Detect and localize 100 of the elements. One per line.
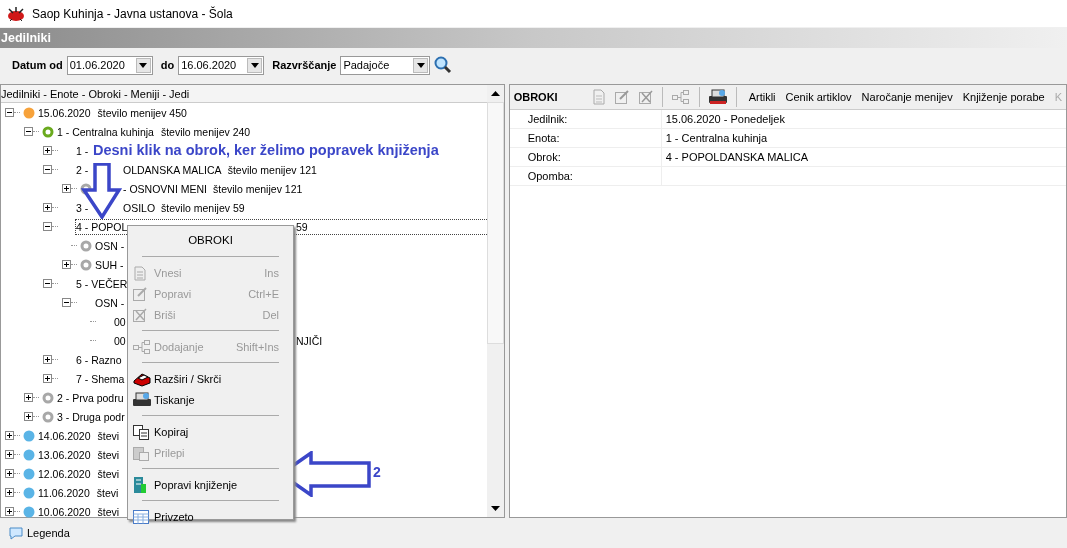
tree-item[interactable]: 15.06.2020 [37, 104, 92, 121]
menu-item[interactable]: Popravi knjiženje [128, 474, 293, 495]
expand-icon[interactable] [5, 507, 14, 516]
tree-item[interactable]: 3 - Druga podr [56, 408, 126, 425]
tree-item-text[interactable]: - OSNOVNI MENI [123, 182, 207, 195]
tree-item[interactable]: 13.06.2020 [37, 446, 92, 463]
field-label: Opomba: [509, 167, 662, 185]
step-number: 2 [373, 464, 381, 480]
copy-icon [132, 423, 150, 440]
ledger-icon [132, 475, 148, 494]
menu-item[interactable]: Tiskanje [128, 389, 293, 410]
table-icon [132, 508, 150, 525]
field-label: Jedilnik: [509, 110, 662, 128]
expand-icon[interactable] [5, 431, 14, 440]
tree-item[interactable]: 10.06.2020 [37, 503, 92, 520]
menu-count: števi [97, 429, 120, 442]
tree-item-text: 59 [296, 220, 308, 233]
collapse-icon[interactable] [5, 108, 14, 117]
expand-icon[interactable] [5, 469, 14, 478]
field-value: 1 - Centralna kuhinja [664, 132, 768, 144]
expand-icon[interactable] [24, 393, 33, 402]
expand-icon[interactable] [43, 203, 52, 212]
menu-item[interactable]: Razširi / Skrči [128, 368, 293, 389]
app-logo-icon [6, 5, 26, 22]
field-value: 4 - POPOLDANSKA MALICA [664, 151, 809, 163]
tree-item[interactable]: OSN - [94, 237, 126, 254]
toolbar-button[interactable]: Naročanje menijev [857, 91, 957, 103]
menu-item[interactable]: Kopiraj [128, 421, 293, 442]
down-arrow-annotation [80, 163, 122, 219]
menu-item[interactable]: Privzeto [128, 506, 293, 527]
add-node-icon [132, 338, 152, 355]
expand-icon[interactable] [5, 450, 14, 459]
expand-icon[interactable] [62, 184, 71, 193]
menu-count: število menijev 240 [160, 125, 251, 138]
section-title: Jedilniki [1, 31, 52, 45]
tree-item[interactable]: 00 [113, 332, 127, 349]
expand-icon[interactable] [24, 412, 33, 421]
collapse-icon[interactable] [43, 222, 52, 231]
printer-icon[interactable] [707, 88, 728, 106]
scrollbar[interactable] [486, 85, 504, 517]
sort-label: Razvrščanje [272, 59, 337, 71]
tree-item-text: NJIČI [296, 334, 323, 347]
tree-item[interactable]: 2 - [75, 161, 90, 178]
legend-link[interactable]: Legenda [27, 527, 70, 539]
date-from-field[interactable]: 01.06.2020 [66, 55, 153, 75]
annotation-text: Desni klik na obrok, ker želimo popravek knjiženja [93, 142, 439, 158]
toolbar-button[interactable]: Knjiženje porabe [958, 91, 1049, 103]
field-label: Obrok: [509, 148, 662, 166]
caret-icon[interactable] [416, 62, 425, 68]
menu-count: število menijev 121 [213, 182, 303, 195]
toolbar-button[interactable]: Artikli [744, 91, 780, 103]
menu-count: število menijev 59 [161, 201, 245, 214]
paste-icon [132, 444, 150, 461]
search-icon[interactable] [434, 56, 453, 74]
tree-item-text[interactable]: OSILO [123, 201, 156, 214]
tree-item[interactable]: 1 - Centralna kuhinja [56, 123, 155, 140]
expand-icon[interactable] [43, 146, 52, 155]
tree-item[interactable]: 1 - [75, 142, 90, 159]
tree-item[interactable]: OSN - [94, 294, 126, 311]
tree-header: Jedilniki - Enote - Obroki - Meniji - Jedi [1, 87, 190, 100]
printer-icon [132, 390, 152, 409]
menu-count: števi [97, 448, 120, 461]
menu-count: število menijev 450 [97, 106, 187, 119]
menu-count: število menijev 121 [227, 163, 317, 176]
menu-count: števi [96, 486, 119, 499]
collapse-icon[interactable] [43, 279, 52, 288]
collapse-icon[interactable] [24, 127, 33, 136]
expand-icon[interactable] [43, 374, 52, 383]
panel-title: OBROKI [512, 91, 559, 103]
tree-item-text[interactable]: OLDANSKA MALICA [123, 163, 222, 176]
menu-title: OBROKI [187, 233, 234, 248]
toolbar-button[interactable]: Cenik artiklov [781, 91, 856, 103]
window-title: Saop Kuhinja - Javna ustanova - Šola [32, 6, 233, 21]
menu-count: števi [97, 505, 120, 518]
field-value: 15.06.2020 - Ponedeljek [664, 113, 785, 125]
tree-item[interactable]: 11.06.2020 [37, 484, 91, 501]
edit-icon [132, 285, 148, 302]
tree-item[interactable]: 6 - Razno [75, 351, 123, 368]
date-from-label: Datum od [12, 59, 63, 71]
tree-item[interactable]: 5 - VEČER [75, 275, 129, 292]
tree-item[interactable]: 3 - [75, 199, 90, 216]
date-to-label: do [160, 59, 175, 71]
tree-item[interactable]: SUH - [94, 256, 125, 273]
expand-icon[interactable] [43, 355, 52, 364]
collapse-icon[interactable] [62, 298, 71, 307]
tree-item[interactable]: 12.06.2020 [37, 465, 92, 482]
date-to-field[interactable]: 16.06.2020 [178, 55, 265, 75]
caret-icon[interactable] [139, 62, 148, 68]
document-icon [132, 264, 148, 281]
caret-icon[interactable] [250, 62, 259, 68]
tree-item[interactable]: 00 [113, 313, 127, 330]
tree-item[interactable]: 2 - Prva podru [56, 389, 125, 406]
expand-icon[interactable] [62, 260, 71, 269]
collapse-icon[interactable] [43, 165, 52, 174]
expand-icon[interactable] [5, 488, 14, 497]
sort-dropdown[interactable]: Padajoče [340, 55, 431, 75]
field-label: Enota: [509, 129, 662, 147]
tree-item[interactable]: 14.06.2020 [37, 427, 92, 444]
tree-item[interactable]: 7 - Shema [75, 370, 126, 387]
add-node-icon[interactable] [670, 89, 691, 105]
